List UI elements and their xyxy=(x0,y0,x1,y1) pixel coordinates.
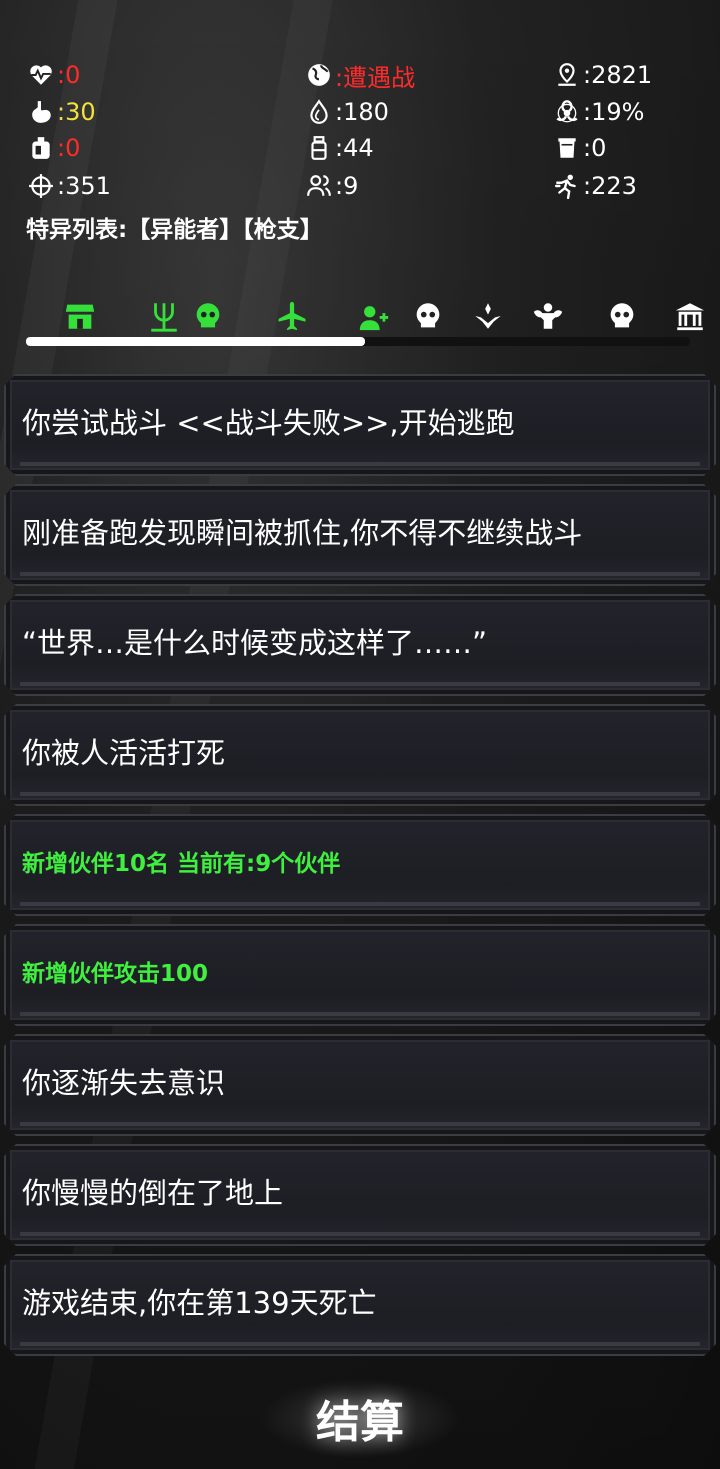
log-text: 游戏结束,你在第139天死亡 xyxy=(22,1286,377,1320)
log-item: 你被人活活打死 xyxy=(4,704,716,806)
stat-attack: :351 xyxy=(26,169,111,203)
stat-infection: :19% xyxy=(552,95,644,129)
stats-panel: :0 :30 :0 :351 :遭遇战 :180 :44:9:2821:1… xyxy=(0,58,720,248)
tab-skull-2[interactable] xyxy=(600,298,644,338)
skull-icon xyxy=(191,299,225,337)
tab-recruit[interactable] xyxy=(352,298,396,338)
canteen-icon xyxy=(26,133,56,163)
log-text: “世界…是什么时候变成这样了……” xyxy=(22,626,488,660)
muscle-icon xyxy=(531,299,565,337)
tab-zombies[interactable] xyxy=(186,298,230,338)
crosshair-icon xyxy=(26,171,56,201)
biohazard-icon xyxy=(552,97,582,127)
log-text: 新增伙伴10名 当前有:9个伙伴 xyxy=(22,851,341,877)
tab-weapons[interactable] xyxy=(142,298,186,338)
running-icon xyxy=(552,171,582,201)
stat-bottle: :44 xyxy=(304,131,374,165)
log-text: 你逐渐失去意识 xyxy=(22,1066,226,1100)
skull-icon xyxy=(411,299,445,337)
log-text: 你慢慢的倒在了地上 xyxy=(22,1176,284,1210)
log-item: 你逐渐失去意识 xyxy=(4,1034,716,1136)
globe-icon xyxy=(304,60,334,90)
water-drop-icon xyxy=(304,97,334,127)
bottle-icon xyxy=(304,133,334,163)
log-item: “世界…是什么时候变成这样了……” xyxy=(4,594,716,696)
heartbeat-icon xyxy=(26,60,56,90)
location-icon xyxy=(552,60,582,90)
bank-icon xyxy=(673,299,707,337)
log-item: 你尝试战斗 <<战斗失败>>,开始逃跑 xyxy=(4,374,716,476)
plane-icon xyxy=(275,299,309,337)
traits-list: 特异列表:【异能者】【枪支】 xyxy=(26,217,323,243)
log-item: 游戏结束,你在第139天死亡 xyxy=(4,1254,716,1356)
tab-skull-1[interactable] xyxy=(406,298,450,338)
users-icon xyxy=(304,171,334,201)
shop-icon xyxy=(63,299,97,337)
log-item: 刚准备跑发现瞬间被抓住,你不得不继续战斗 xyxy=(4,484,716,586)
log-item: 新增伙伴攻击100 xyxy=(4,924,716,1026)
cup-icon xyxy=(552,133,582,163)
log-item: 你慢慢的倒在了地上 xyxy=(4,1144,716,1246)
tab-bank[interactable] xyxy=(668,298,712,338)
log-text: 你尝试战斗 <<战斗失败>>,开始逃跑 xyxy=(22,406,515,440)
tab-bar xyxy=(0,298,720,342)
stat-health: :0 xyxy=(26,58,80,92)
tab-shop[interactable] xyxy=(58,298,102,338)
log-text: 新增伙伴攻击100 xyxy=(22,961,209,987)
tab-pray[interactable] xyxy=(466,298,510,338)
stat-speed: :223 xyxy=(552,169,637,203)
stat-cup: :0 xyxy=(552,131,606,165)
stat-companions: :9 xyxy=(304,169,358,203)
tab-train[interactable] xyxy=(526,298,570,338)
log-text: 你被人活活打死 xyxy=(22,736,226,770)
settle-button[interactable]: 结算 xyxy=(260,1378,460,1458)
skull-icon xyxy=(605,299,639,337)
log-item: 新增伙伴10名 当前有:9个伙伴 xyxy=(4,814,716,916)
add-user-icon xyxy=(357,299,391,337)
stat-stomach: :30 xyxy=(26,95,96,129)
hands-icon xyxy=(471,299,505,337)
log-text: 刚准备跑发现瞬间被抓住,你不得不继续战斗 xyxy=(22,516,583,550)
stat-water-can: :0 xyxy=(26,131,80,165)
tab-travel[interactable] xyxy=(270,298,314,338)
stat-status: :遭遇战 xyxy=(304,58,415,92)
stat-distance: :2821 xyxy=(552,58,652,92)
trident-icon xyxy=(147,299,181,337)
tab-progress-fill xyxy=(26,337,365,346)
stomach-icon xyxy=(26,97,56,127)
stat-water: :180 xyxy=(304,95,389,129)
tab-progress-bar[interactable] xyxy=(26,337,690,346)
